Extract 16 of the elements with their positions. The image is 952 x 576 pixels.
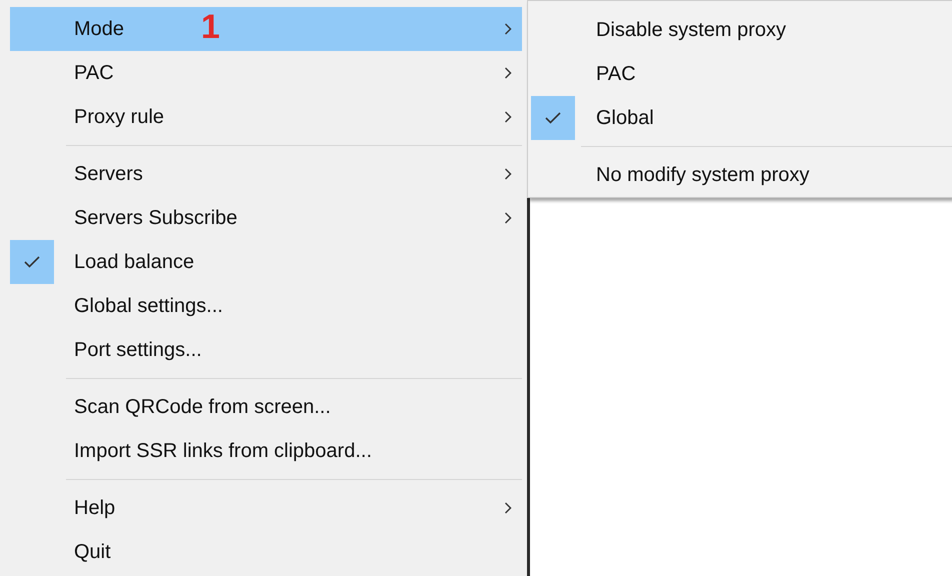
menu-item[interactable]: No modify system proxy (531, 153, 952, 197)
menu-item[interactable]: Quit (10, 530, 522, 574)
menu-item[interactable]: Disable system proxy (531, 8, 952, 52)
menu-item[interactable]: Load balance (10, 240, 522, 284)
menu-item[interactable]: PAC (10, 51, 522, 95)
menu-item[interactable]: Import SSR links from clipboard... (10, 429, 522, 473)
menu-item[interactable]: Servers Subscribe (10, 196, 522, 240)
menu-item[interactable]: Global (531, 96, 952, 140)
menu-item[interactable]: Global settings... (10, 284, 522, 328)
menu-item[interactable]: Proxy rule (10, 95, 522, 139)
menu-item[interactable]: Help (10, 486, 522, 530)
menu-item[interactable]: Scan QRCode from screen... (10, 385, 522, 429)
annotation-number: 1 (201, 10, 220, 44)
menu-item[interactable]: Port settings... (10, 328, 522, 372)
menu-item[interactable]: Servers (10, 152, 522, 196)
menu-item[interactable]: PAC (531, 52, 952, 96)
